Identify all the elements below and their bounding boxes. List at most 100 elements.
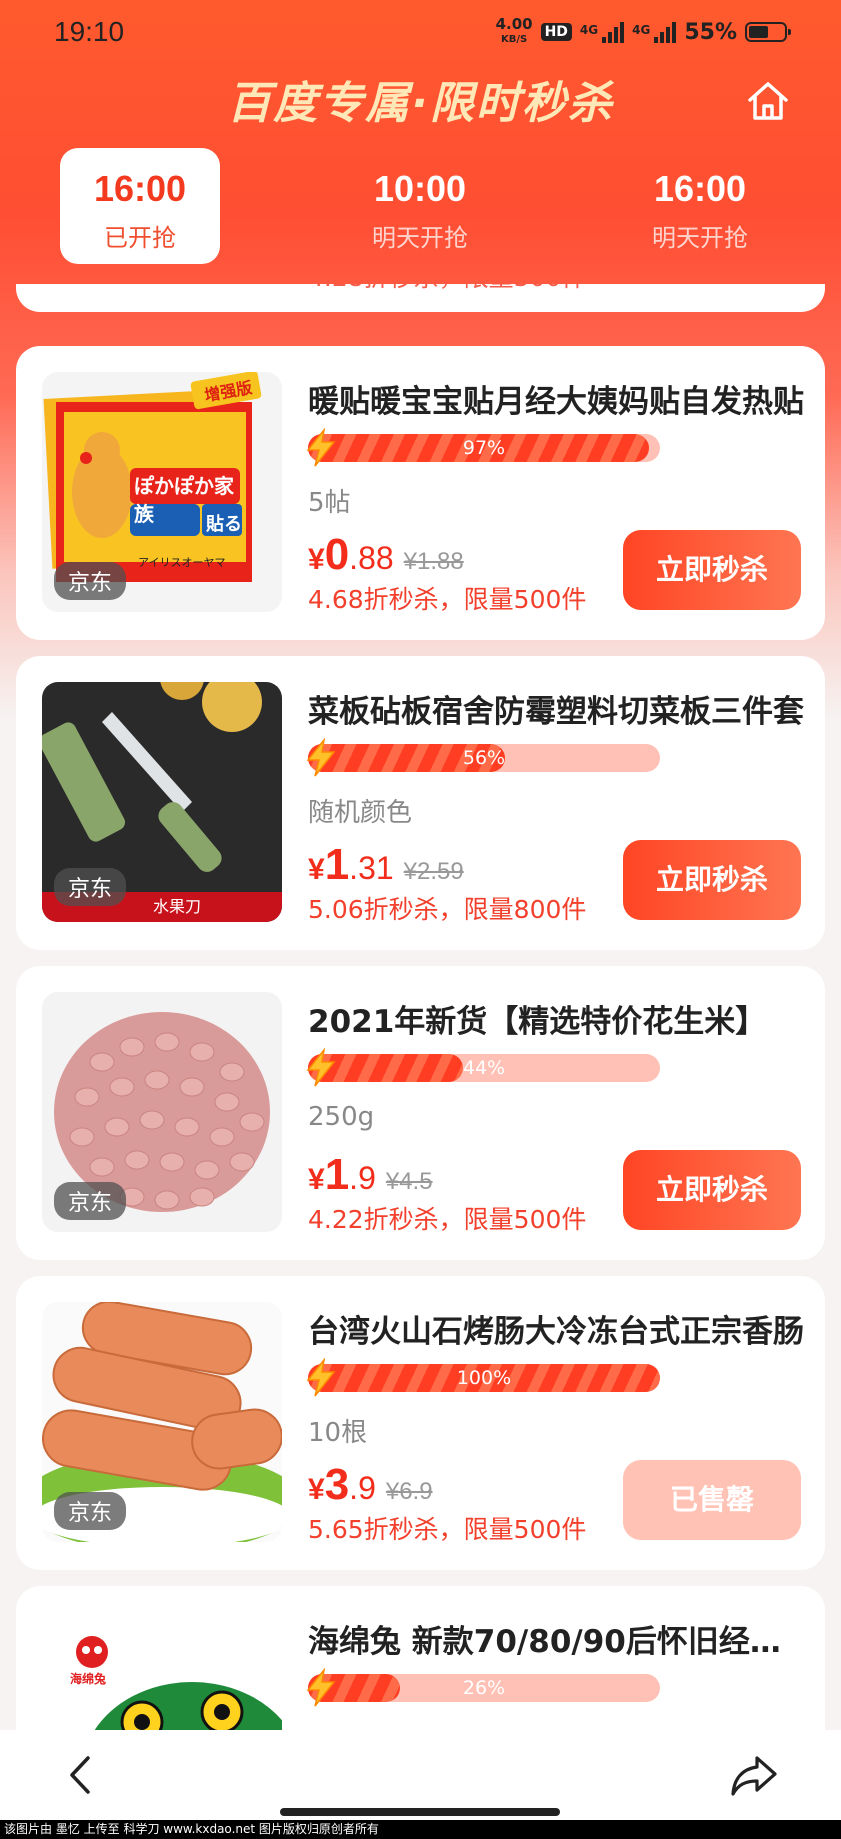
product-title: 海绵兔 新款70/80/90后怀旧经典玩具 (308, 1624, 808, 1660)
home-icon[interactable] (745, 78, 791, 124)
tab-time: 16:00 (93, 168, 187, 209)
lightning-icon (306, 1048, 336, 1087)
home-indicator[interactable] (280, 1808, 560, 1816)
session-tabs: 16:00 已开抢 10:00 明天开抢 16:00 明天开抢 (0, 148, 841, 268)
price: ¥1.31 ¥2.59 (308, 840, 464, 890)
hd-icon: HD (540, 23, 572, 41)
share-icon[interactable] (729, 1752, 779, 1798)
status-icons: 4.00 KB/S HD 4G 4G 55% (495, 15, 791, 47)
status-time: 19:10 (54, 16, 125, 47)
thumb-sub: 貼る (206, 514, 242, 535)
buy-now-button[interactable]: 立即秒杀 (623, 840, 801, 920)
signal-icon-2 (654, 21, 677, 43)
watermark-footer: 该图片由 墨忆 上传至 科学刀 www.kxdao.net 图片版权归原创者所有 (0, 1820, 841, 1839)
bottom-nav (0, 1730, 841, 1820)
price-int: 0 (324, 530, 350, 579)
original-price: ¥4.5 (385, 1168, 433, 1195)
discount-text: 4.68折秒杀，限量500件 (308, 585, 587, 614)
buy-now-button[interactable]: 立即秒杀 (623, 1150, 801, 1230)
source-tag: 京东 (54, 562, 127, 600)
product-card[interactable]: 京东 台湾火山石烤肠大冷冻台式正宗香肠 100% 10根 ¥3.9 ¥6.9 5.… (16, 1276, 825, 1570)
product-title: 台湾火山石烤肠大冷冻台式正宗香肠 (308, 1314, 804, 1350)
lightning-icon (306, 428, 336, 467)
progress-label: 100% (456, 1367, 512, 1389)
price-int: 1 (324, 840, 350, 889)
tab-session-2[interactable]: 10:00 明天开抢 (340, 148, 500, 264)
progress-bar: 56% (306, 738, 660, 777)
progress-bar: 44% (306, 1048, 660, 1087)
product-list[interactable]: 4.28折秒杀，限量500件 增强版 ぽかぽか家族 貼る アイリスオーヤマ (0, 284, 841, 1730)
network-speed: 4.00 KB/S (495, 15, 533, 46)
product-title: 菜板砧板宿舍防霉塑料切菜板三件套 (308, 694, 804, 730)
product-title: 暖贴暖宝宝贴月经大姨妈贴自发热贴 (308, 384, 804, 420)
price-dec: .9 (349, 1470, 376, 1506)
price-int: 1 (324, 1150, 350, 1199)
progress-bar: 26% (306, 1668, 660, 1707)
progress-bar: 100% (306, 1358, 660, 1397)
currency: ¥ (308, 853, 325, 886)
discount-text: 4.28折秒杀，限量500件 (308, 284, 586, 294)
signal-icon (602, 21, 625, 43)
tab-time: 10:00 (373, 168, 467, 209)
price: ¥3.9 ¥6.9 (308, 1460, 433, 1510)
progress-label: 26% (462, 1677, 506, 1699)
discount-text: 5.65折秒杀，限量500件 (308, 1515, 587, 1544)
sold-out-button[interactable]: 已售罄 (623, 1460, 801, 1540)
back-arrow-icon[interactable] (62, 1752, 102, 1798)
product-card[interactable]: 海绵兔 海绵兔 新款70/80/90后怀旧经典玩具 26% (16, 1586, 825, 1730)
product-image: 增强版 ぽかぽか家族 貼る アイリスオーヤマ 京东 (42, 372, 282, 612)
network-type-2: 4G (632, 23, 651, 37)
original-price: ¥6.9 (385, 1478, 433, 1505)
tab-status: 已开抢 (104, 224, 176, 252)
status-bar: 19:10 4.00 KB/S HD 4G 4G 55% (0, 0, 841, 64)
product-spec: 5帖 (308, 488, 351, 518)
discount-text: 4.22折秒杀，限量500件 (308, 1205, 587, 1234)
battery-icon (745, 22, 791, 42)
source-tag: 京东 (54, 868, 127, 906)
lightning-icon (306, 738, 336, 777)
battery-percent: 55% (684, 19, 737, 45)
buy-now-button[interactable]: 立即秒杀 (623, 530, 801, 610)
source-tag: 京东 (54, 1182, 127, 1220)
price-dec: .31 (349, 850, 394, 886)
source-tag: 京东 (54, 1492, 127, 1530)
original-price: ¥2.59 (403, 858, 464, 885)
product-card[interactable]: 增强版 ぽかぽか家族 貼る アイリスオーヤマ 京东 暖贴暖宝宝贴月经大姨妈贴自发… (16, 346, 825, 640)
lightning-icon (306, 1358, 336, 1397)
progress-bar: 97% (306, 428, 660, 467)
tab-session-1[interactable]: 16:00 已开抢 (60, 148, 220, 264)
price: ¥1.9 ¥4.5 (308, 1150, 433, 1200)
product-card-partial[interactable]: 4.28折秒杀，限量500件 (16, 284, 825, 312)
price-dec: .9 (349, 1160, 376, 1196)
product-image: 水果刀 京东 (42, 682, 282, 922)
thumb-logo: 海绵兔 (70, 1672, 107, 1686)
price: ¥0.88 ¥1.88 (308, 530, 464, 580)
tab-status: 明天开抢 (652, 224, 748, 252)
network-type-1: 4G (579, 23, 599, 37)
product-card[interactable]: 水果刀 京东 菜板砧板宿舍防霉塑料切菜板三件套 56% 随机颜色 ¥1.31 ¥2… (16, 656, 825, 950)
product-spec: 10根 (308, 1418, 368, 1448)
price-int: 3 (324, 1460, 350, 1509)
page-title: 百度专属·限时秒杀 (227, 78, 614, 129)
price-dec: .88 (349, 540, 394, 576)
currency: ¥ (308, 543, 325, 576)
lightning-icon (306, 1668, 336, 1707)
thumb-brand: アイリスオーヤマ (138, 556, 226, 569)
product-image: 海绵兔 (42, 1612, 282, 1730)
product-card[interactable]: 京东 2021年新货【精选特价花生米】 44% 250g ¥1.9 ¥4.5 4.… (16, 966, 825, 1260)
product-image: 京东 (42, 1302, 282, 1542)
product-image: 京东 (42, 992, 282, 1232)
product-title: 2021年新货【精选特价花生米】 (308, 1004, 767, 1040)
original-price: ¥1.88 (403, 548, 464, 575)
discount-text: 5.06折秒杀，限量800件 (308, 895, 587, 924)
progress-label: 97% (462, 437, 506, 459)
tab-status: 明天开抢 (372, 224, 468, 252)
currency: ¥ (308, 1163, 325, 1196)
tab-session-3[interactable]: 16:00 明天开抢 (620, 148, 780, 264)
currency: ¥ (308, 1473, 325, 1506)
progress-label: 56% (462, 747, 506, 769)
progress-label: 44% (462, 1057, 506, 1079)
product-spec: 随机颜色 (308, 798, 413, 828)
tab-time: 16:00 (653, 168, 747, 209)
product-spec: 250g (308, 1102, 375, 1132)
